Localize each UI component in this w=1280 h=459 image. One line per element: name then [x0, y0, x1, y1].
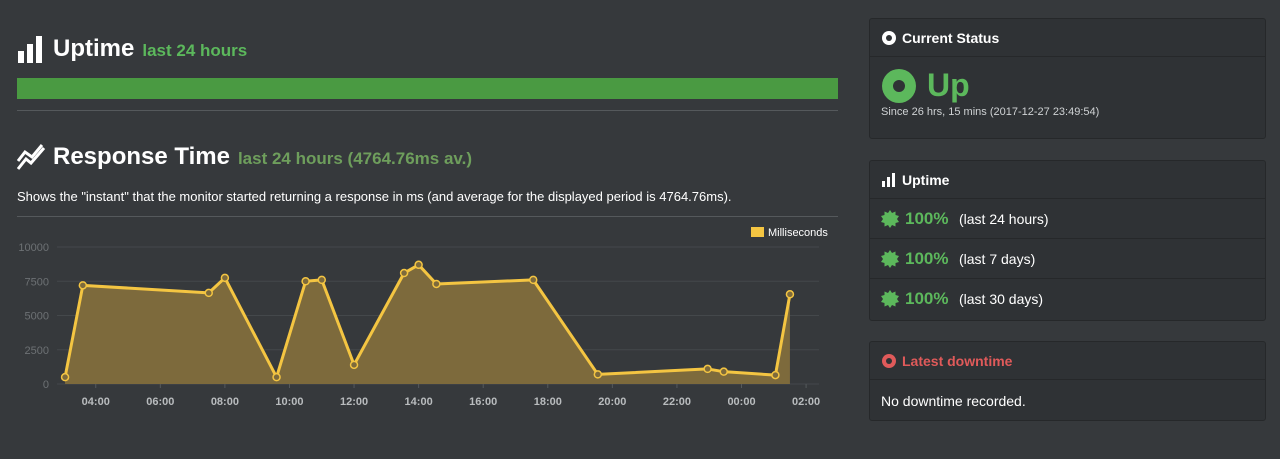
latest-downtime-text: No downtime recorded.	[881, 393, 1026, 409]
response-time-subtitle: last 24 hours (4764.76ms av.)	[237, 149, 472, 168]
latest-downtime-header: Latest downtime	[870, 342, 1265, 380]
uptime-range: (last 30 days)	[959, 291, 1044, 307]
uptime-percent: 100%	[905, 289, 949, 308]
status-value: Up	[927, 67, 970, 103]
data-point	[771, 370, 780, 380]
status-up-icon	[882, 68, 916, 103]
legend-swatch	[751, 227, 764, 237]
x-tick-label: 18:00	[534, 396, 562, 408]
divider	[17, 216, 838, 217]
current-status-title: Current Status	[902, 29, 1000, 46]
x-tick-label: 08:00	[211, 396, 239, 408]
data-point	[593, 370, 603, 379]
y-tick-label: 0	[43, 379, 49, 391]
data-point	[204, 288, 214, 298]
data-point	[220, 273, 230, 283]
x-tick-label: 02:00	[792, 396, 820, 408]
data-point	[301, 277, 310, 286]
x-tick-label: 06:00	[146, 396, 174, 408]
status-since: Since 26 hrs, 15 mins (2017-12-27 23:49:…	[881, 106, 1100, 118]
y-tick-label: 7500	[25, 276, 49, 288]
data-point	[349, 360, 359, 370]
response-time-title: Response Time	[53, 143, 230, 170]
uptime-title: Uptime	[53, 35, 135, 62]
data-point	[317, 275, 327, 285]
x-tick-label: 22:00	[663, 396, 691, 408]
data-point	[399, 268, 409, 278]
y-tick-label: 5000	[25, 311, 49, 323]
latest-downtime-panel: Latest downtime No downtime recorded.	[869, 341, 1266, 421]
uptime-range: (last 24 hours)	[959, 210, 1049, 227]
x-tick-label: 12:00	[340, 396, 368, 408]
current-status-header: Current Status	[870, 19, 1265, 57]
data-point	[432, 279, 441, 289]
data-point	[272, 372, 281, 382]
divider	[17, 110, 838, 111]
uptime-row: 100% (last 7 days)	[870, 239, 1265, 279]
data-point	[785, 290, 795, 299]
dot-circle-icon	[882, 353, 896, 368]
uptime-row: 100% (last 30 days)	[870, 279, 1265, 319]
uptime-panel-title: Uptime	[902, 171, 950, 188]
uptime-row: 100% (last 24 hours)	[870, 199, 1265, 239]
x-tick-label: 20:00	[598, 396, 626, 408]
uptime-percent: 100%	[905, 208, 949, 228]
bar-chart-icon	[18, 36, 42, 63]
uptime-heading: Uptime last 24 hours	[17, 32, 247, 66]
x-tick-label: 16:00	[469, 396, 497, 408]
current-status-panel: Current Status Up Since 26 hrs, 15 mins …	[869, 18, 1266, 139]
response-time-description: Shows the "instant" that the monitor sta…	[17, 189, 732, 204]
data-point	[529, 275, 538, 285]
status-row: Up	[870, 57, 1265, 104]
x-tick-label: 10:00	[275, 396, 303, 408]
data-point	[60, 372, 70, 382]
bar-chart-icon	[882, 172, 895, 187]
x-tick-label: 04:00	[82, 396, 110, 408]
latest-downtime-title: Latest downtime	[902, 352, 1013, 369]
badge-icon	[881, 209, 899, 228]
data-point	[703, 364, 712, 374]
data-point	[78, 281, 88, 290]
y-tick-label: 10000	[18, 242, 49, 254]
uptime-panel: Uptime 100% (last 24 hours) 100% (last 7…	[869, 160, 1266, 321]
response-time-chart: 0 2500 5000 7500 10000 04:00 06:00 08:00 10:00 12…	[18, 227, 828, 408]
badge-icon	[881, 290, 899, 308]
dot-circle-icon	[882, 30, 896, 45]
y-tick-label: 2500	[25, 345, 49, 357]
uptime-bar	[17, 78, 838, 99]
line-chart-icon	[17, 144, 46, 170]
legend-label: Milliseconds	[768, 227, 828, 239]
x-tick-label: 00:00	[727, 396, 755, 408]
uptime-panel-header: Uptime	[870, 161, 1265, 199]
badge-icon	[881, 249, 899, 268]
uptime-range: (last 7 days)	[959, 250, 1036, 267]
uptime-subtitle: last 24 hours	[142, 41, 248, 60]
x-tick-label: 14:00	[405, 396, 433, 408]
data-point	[414, 260, 423, 270]
series-area	[65, 264, 790, 384]
uptime-percent: 100%	[905, 248, 949, 268]
data-point	[719, 367, 728, 376]
response-time-heading: Response Time last 24 hours (4764.76ms a…	[17, 140, 472, 174]
